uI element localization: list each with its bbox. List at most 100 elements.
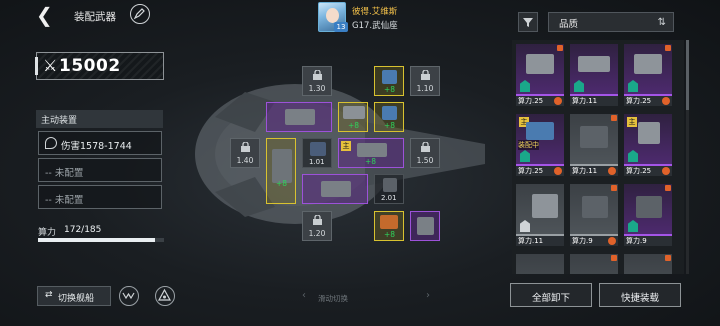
fleet-icon[interactable]: [119, 286, 139, 306]
slot-value: 1.30: [308, 84, 326, 93]
module-slot[interactable]: +8: [374, 102, 404, 132]
upgrade-level: +8: [384, 85, 396, 94]
inventory-card[interactable]: [570, 254, 618, 274]
inventory-card[interactable]: [624, 254, 672, 274]
capacity-bar-fill: [38, 238, 156, 242]
edit-icon[interactable]: [130, 4, 150, 24]
module-slot[interactable]: [302, 174, 368, 204]
new-badge: [665, 255, 671, 261]
swipe-left-icon[interactable]: ‹: [302, 290, 306, 301]
gear-icon: [662, 167, 670, 175]
active-device-label: -- 未配置: [45, 195, 84, 206]
new-badge: [665, 45, 671, 51]
switch-ship-label: 切换舰船: [58, 294, 95, 304]
card-power: 算力.11: [572, 97, 598, 105]
active-device-label: 伤害1578-1744: [61, 141, 132, 152]
inventory-scrollbar-thumb[interactable]: [686, 40, 689, 110]
locked-slot[interactable]: 1.10: [410, 66, 440, 96]
switch-ship-button[interactable]: ⇄ 切换舰船: [37, 286, 111, 306]
inventory-card[interactable]: 算力.11: [570, 114, 618, 176]
module-slot[interactable]: 2.01: [374, 174, 404, 204]
pilot-name: 彼得.艾维斯: [352, 7, 398, 17]
gear-icon: [608, 237, 616, 245]
target-icon[interactable]: [155, 286, 175, 306]
module-slot-main[interactable]: 主 +8: [338, 138, 404, 168]
card-power: 算力.11: [572, 167, 598, 175]
unequip-all-button[interactable]: 全部卸下: [510, 283, 592, 307]
back-icon[interactable]: ❮: [36, 5, 56, 26]
active-devices-header: 主动装置: [36, 110, 163, 128]
lock-icon: [313, 215, 322, 225]
active-devices-title: 主动装置: [41, 116, 78, 126]
pilot-level-badge: 13: [334, 22, 348, 32]
lock-icon: [421, 142, 430, 152]
combat-power-value: 15002: [59, 56, 121, 76]
quick-equip-button[interactable]: 快捷装载: [599, 283, 681, 307]
card-power: 算力.9: [572, 237, 593, 245]
sort-icon: ⇅: [657, 17, 666, 28]
gear-icon: [662, 97, 670, 105]
active-device-slot-1[interactable]: 伤害1578-1744: [38, 131, 162, 155]
unequip-all-label: 全部卸下: [531, 293, 570, 304]
slot-value: 1.01: [309, 158, 325, 166]
module-slot[interactable]: 1.01: [302, 138, 332, 168]
inventory-card[interactable]: 算力.9: [624, 184, 672, 246]
gear-icon: [554, 97, 562, 105]
main-tag: 主: [341, 141, 351, 151]
equipped-status: 装配中: [518, 140, 539, 150]
slot-value: 1.10: [416, 84, 434, 93]
module-slot[interactable]: [410, 211, 440, 241]
swipe-right-icon[interactable]: ›: [426, 290, 430, 301]
locked-slot[interactable]: 1.30: [302, 66, 332, 96]
inventory-card[interactable]: 主 装配中 算力.25: [516, 114, 564, 176]
inventory-card[interactable]: 算力.25: [516, 44, 564, 106]
sort-select-value: 品质: [559, 19, 579, 30]
filter-icon[interactable]: [518, 12, 538, 32]
locked-slot[interactable]: 1.50: [410, 138, 440, 168]
module-slot[interactable]: [266, 102, 332, 132]
new-badge: [665, 185, 671, 191]
card-power: 算力.25: [626, 167, 652, 175]
inventory-card[interactable]: 主 算力.25: [624, 114, 672, 176]
inventory-card[interactable]: 算力.25: [624, 44, 672, 106]
locked-slot[interactable]: 1.40: [230, 138, 260, 168]
inventory-panel: 算力.25 算力.11 算力.25 主 装配中 算力.25 算力.11 主 算力…: [512, 40, 684, 274]
combat-power-box: ⚔ 15002: [35, 52, 164, 80]
inventory-card[interactable]: 算力.9: [570, 184, 618, 246]
module-slot[interactable]: +8: [374, 211, 404, 241]
card-power: 算力.11: [518, 237, 544, 245]
inventory-card[interactable]: 算力.11: [570, 44, 618, 106]
card-power: 算力.25: [518, 167, 544, 175]
inventory-card[interactable]: [516, 254, 564, 274]
gear-icon: [608, 167, 616, 175]
active-device-slot-3[interactable]: -- 未配置: [38, 185, 162, 209]
ship-name: G17.武仙座: [352, 21, 398, 31]
new-badge: [611, 255, 617, 261]
upgrade-level: +8: [384, 230, 396, 239]
module-slot[interactable]: +8: [338, 102, 368, 132]
new-badge: [611, 185, 617, 191]
card-power: 算力.9: [626, 237, 647, 245]
sort-select[interactable]: 品质 ⇅: [548, 12, 674, 32]
locked-slot[interactable]: 1.20: [302, 211, 332, 241]
slot-value: 1.40: [236, 156, 254, 165]
module-slot[interactable]: +8: [266, 138, 296, 204]
slot-value: 2.01: [381, 194, 397, 202]
gear-icon: [554, 167, 562, 175]
capacity-bar: [38, 238, 164, 242]
inventory-card[interactable]: 算力.11: [516, 184, 564, 246]
slot-value: 1.20: [308, 229, 326, 238]
upgrade-level: +8: [384, 121, 396, 130]
active-device-slot-2[interactable]: -- 未配置: [38, 158, 162, 182]
new-badge: [611, 115, 617, 121]
card-power: 算力.25: [626, 97, 652, 105]
active-device-label: -- 未配置: [45, 168, 84, 179]
module-slot[interactable]: +8: [374, 66, 404, 96]
capacity-label: 算力: [38, 228, 57, 238]
upgrade-level: +8: [348, 121, 360, 130]
upgrade-level: +8: [365, 157, 377, 166]
lock-icon: [241, 142, 250, 152]
switch-icon: ⇄: [45, 290, 53, 300]
new-badge: [557, 45, 563, 51]
lock-icon: [313, 70, 322, 80]
